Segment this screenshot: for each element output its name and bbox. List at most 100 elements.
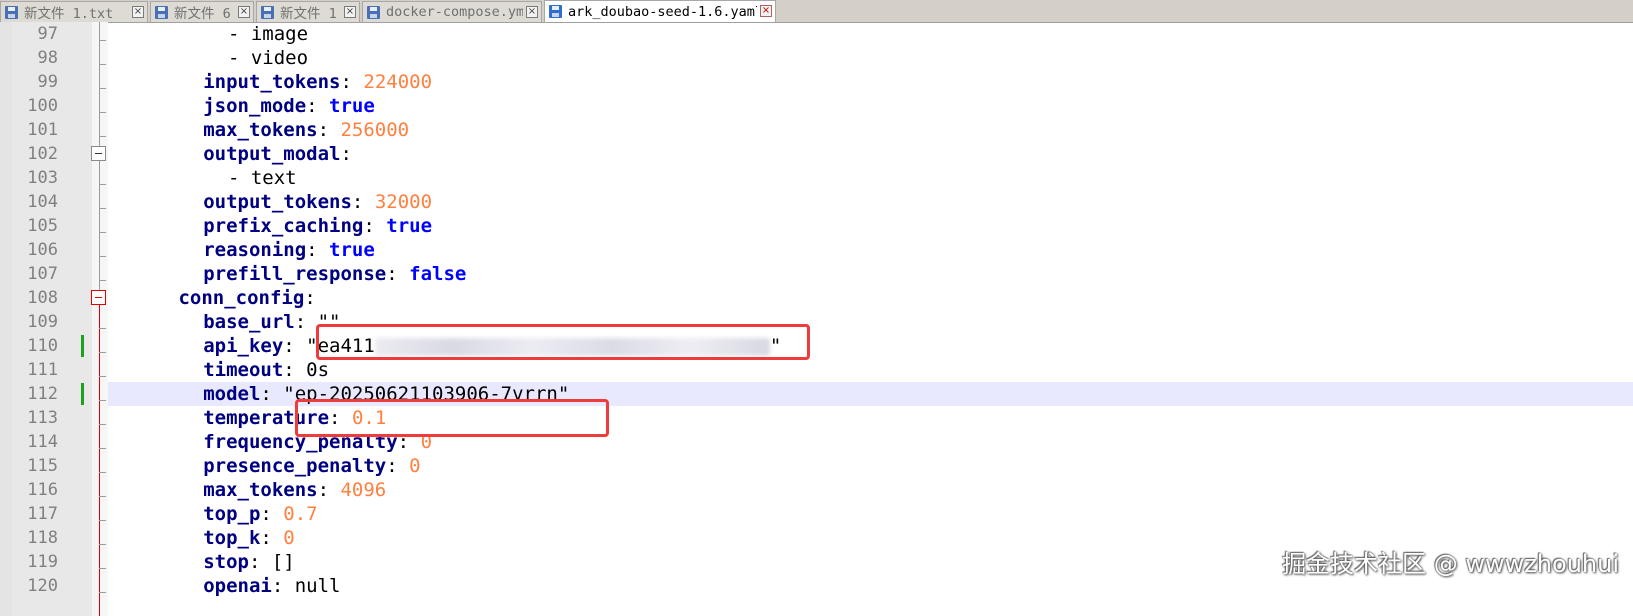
code-line[interactable]: 97 - image — [0, 22, 1633, 46]
yaml-text: : — [304, 287, 316, 309]
code-line[interactable]: 101 max_tokens: 256000 — [0, 118, 1633, 142]
fold-tick — [99, 184, 106, 185]
yaml-text: 0s — [306, 359, 330, 381]
code-text: - video — [228, 46, 308, 70]
code-text: json_mode: true — [203, 94, 375, 118]
tab-3[interactable]: 新文件 1 × — [256, 1, 360, 22]
code-text: - text — [228, 166, 297, 190]
tab-label: 新文件 1 — [280, 6, 337, 22]
yaml-key: reasoning — [203, 239, 307, 261]
fold-tick — [99, 232, 106, 233]
code-line[interactable]: 110 api_key: "ea411 " — [0, 334, 1633, 358]
save-icon — [549, 5, 562, 18]
code-text: stop: [] — [203, 550, 295, 574]
yaml-text: image — [250, 23, 309, 45]
tab-5[interactable]: ark_doubao-seed-1.6.yaml × — [544, 0, 776, 22]
yaml-number: 0 — [409, 455, 421, 477]
close-icon[interactable]: × — [238, 6, 250, 18]
fold-toggle-icon[interactable] — [91, 290, 106, 305]
yaml-key: output_modal — [203, 143, 341, 165]
code-text: max_tokens: 4096 — [203, 478, 386, 502]
yaml-text: : — [260, 503, 284, 525]
code-line[interactable]: 114 frequency_penalty: 0 — [0, 430, 1633, 454]
code-line[interactable]: 99 input_tokens: 224000 — [0, 70, 1633, 94]
yaml-text: - — [227, 47, 251, 69]
save-icon — [261, 5, 274, 19]
yaml-key: openai — [203, 575, 272, 597]
code-line[interactable]: 100 json_mode: true — [0, 94, 1633, 118]
yaml-text: : — [351, 191, 375, 213]
save-icon — [367, 5, 380, 19]
code-text: prefix_caching: true — [203, 214, 432, 238]
yaml-text: text — [250, 167, 297, 189]
code-text: max_tokens: 256000 — [203, 118, 409, 142]
line-background — [108, 166, 1633, 190]
close-icon[interactable]: × — [760, 5, 772, 17]
yaml-key: api_key — [203, 335, 284, 357]
tab-bar: 新文件 1.txt × 新文件 6 × 新文件 1 × docker-compose.yml… — [0, 0, 1633, 23]
code-line[interactable]: 112 model: "ep-20250621103906-7vrrn" — [0, 382, 1633, 406]
close-icon[interactable]: × — [344, 6, 356, 18]
code-line[interactable]: 103 - text — [0, 166, 1633, 190]
code-line[interactable]: 102 output_modal: — [0, 142, 1633, 166]
fold-tick — [99, 208, 106, 209]
tab-4[interactable]: docker-compose.yml × — [362, 1, 542, 22]
line-number: 117 — [27, 504, 58, 524]
line-number: 115 — [27, 456, 58, 476]
fold-toggle-icon[interactable] — [91, 146, 106, 161]
line-background — [108, 502, 1633, 526]
yaml-text: : — [248, 551, 272, 573]
yaml-boolean: false — [409, 263, 467, 285]
code-line[interactable]: 116 max_tokens: 4096 — [0, 478, 1633, 502]
code-text: prefill_response: false — [203, 262, 466, 286]
code-line[interactable]: 117 top_p: 0.7 — [0, 502, 1633, 526]
code-line[interactable]: 105 prefix_caching: true — [0, 214, 1633, 238]
watermark: 掘金技术社区 @ wwwzhouhui — [1282, 550, 1619, 578]
yaml-key: base_url — [203, 311, 295, 333]
code-line[interactable]: 109 base_url: "" — [0, 310, 1633, 334]
close-icon[interactable]: × — [132, 6, 144, 18]
line-number: 118 — [27, 528, 58, 548]
yaml-key: json_mode — [203, 95, 307, 117]
code-line[interactable]: 104 output_tokens: 32000 — [0, 190, 1633, 214]
fold-tick — [99, 472, 106, 473]
line-number: 99 — [37, 72, 58, 92]
tab-1[interactable]: 新文件 1.txt × — [0, 1, 148, 22]
code-line[interactable]: 113 temperature: 0.1 — [0, 406, 1633, 430]
line-background — [108, 46, 1633, 70]
yaml-text: : — [283, 335, 307, 357]
close-icon[interactable]: × — [526, 6, 538, 18]
fold-tick — [99, 544, 106, 545]
line-number: 114 — [27, 432, 58, 452]
code-line[interactable]: 111 timeout: 0s — [0, 358, 1633, 382]
line-number: 102 — [27, 144, 58, 164]
yaml-text: : — [283, 359, 307, 381]
line-number: 107 — [27, 264, 58, 284]
line-number: 112 — [27, 384, 58, 404]
change-marker — [81, 383, 84, 405]
line-number: 100 — [27, 96, 58, 116]
tab-2[interactable]: 新文件 6 × — [150, 1, 254, 22]
code-line[interactable]: 106 reasoning: true — [0, 238, 1633, 262]
change-marker — [81, 335, 84, 357]
line-number: 113 — [27, 408, 58, 428]
yaml-text: : — [317, 479, 341, 501]
fold-tick — [99, 256, 106, 257]
yaml-key: model — [203, 383, 261, 405]
fold-tick — [99, 40, 106, 41]
code-text: presence_penalty: 0 — [203, 454, 420, 478]
line-number: 116 — [27, 480, 58, 500]
code-line[interactable]: 107 prefill_response: false — [0, 262, 1633, 286]
code-text: output_modal: — [203, 142, 352, 166]
code-line[interactable]: 108 conn_config: — [0, 286, 1633, 310]
line-number: 119 — [27, 552, 58, 572]
yaml-boolean: true — [386, 215, 433, 237]
code-editor[interactable]: 97 - image 98 - video 99 input_tokens: 224000… — [0, 22, 1633, 616]
yaml-key: prefix_caching — [203, 215, 364, 237]
line-number: 111 — [27, 360, 58, 380]
yaml-key: conn_config — [178, 287, 305, 309]
code-line[interactable]: 115 presence_penalty: 0 — [0, 454, 1633, 478]
yaml-key: max_tokens — [203, 119, 318, 141]
line-number: 106 — [27, 240, 58, 260]
code-line[interactable]: 98 - video — [0, 46, 1633, 70]
